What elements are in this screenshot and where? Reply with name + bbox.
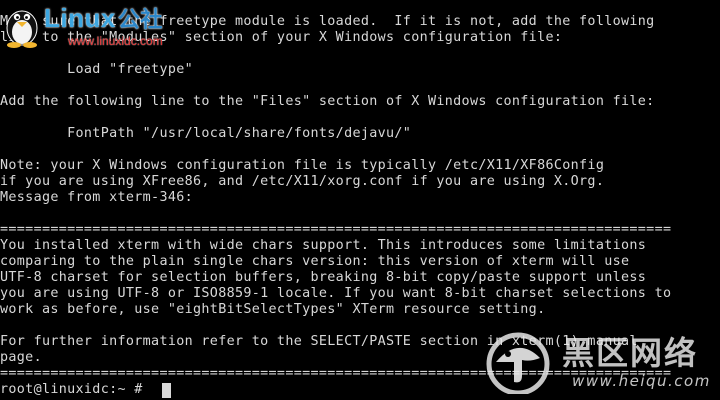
terminal-line: you are using UTF-8 or ISO8859-1 locale.…	[0, 286, 672, 301]
terminal-line: UTF-8 charset for selection buffers, bre…	[0, 270, 647, 285]
terminal-line: Load "freetype"	[0, 62, 194, 77]
terminal-line: Add the following line to the "Files" se…	[0, 94, 655, 109]
linuxidc-watermark: Linux公社 www.linuxidc.com	[2, 2, 187, 50]
terminal-line: You installed xterm with wide chars supp…	[0, 238, 647, 253]
watermark-brand-text: Linux	[44, 3, 116, 33]
terminal-line: ========================================…	[0, 222, 672, 237]
terminal-line: Message from xterm-346:	[0, 190, 194, 205]
heiqu-watermark: 黑区网络 www.heiqu.com	[484, 330, 718, 398]
watermark-url: www.linuxidc.com	[68, 34, 163, 48]
terminal-screen[interactable]: Make sure that the freetype module is lo…	[0, 0, 720, 400]
terminal-line: page.	[0, 350, 42, 365]
terminal-line: comparing to the plain single chars vers…	[0, 254, 630, 269]
watermark-cn-title: 黑区网络	[562, 334, 699, 372]
terminal-line: work as before, use "eightBitSelectTypes…	[0, 302, 546, 317]
terminal-line: Note: your X Windows configuration file …	[0, 158, 605, 173]
terminal-line: if you are using XFree86, and /etc/X11/x…	[0, 174, 605, 189]
terminal-line: FontPath "/usr/local/share/fonts/dejavu/…	[0, 126, 412, 141]
tux-penguin-icon	[6, 10, 38, 48]
mushroom-logo-icon	[486, 332, 550, 394]
watermark-brand-cn: 公社	[117, 7, 163, 32]
terminal-line: root@linuxidc:~ #	[0, 382, 152, 397]
watermark-brand: Linux公社	[44, 4, 163, 34]
watermark-domain: www.heiqu.com	[572, 372, 711, 390]
terminal-cursor	[162, 383, 171, 398]
